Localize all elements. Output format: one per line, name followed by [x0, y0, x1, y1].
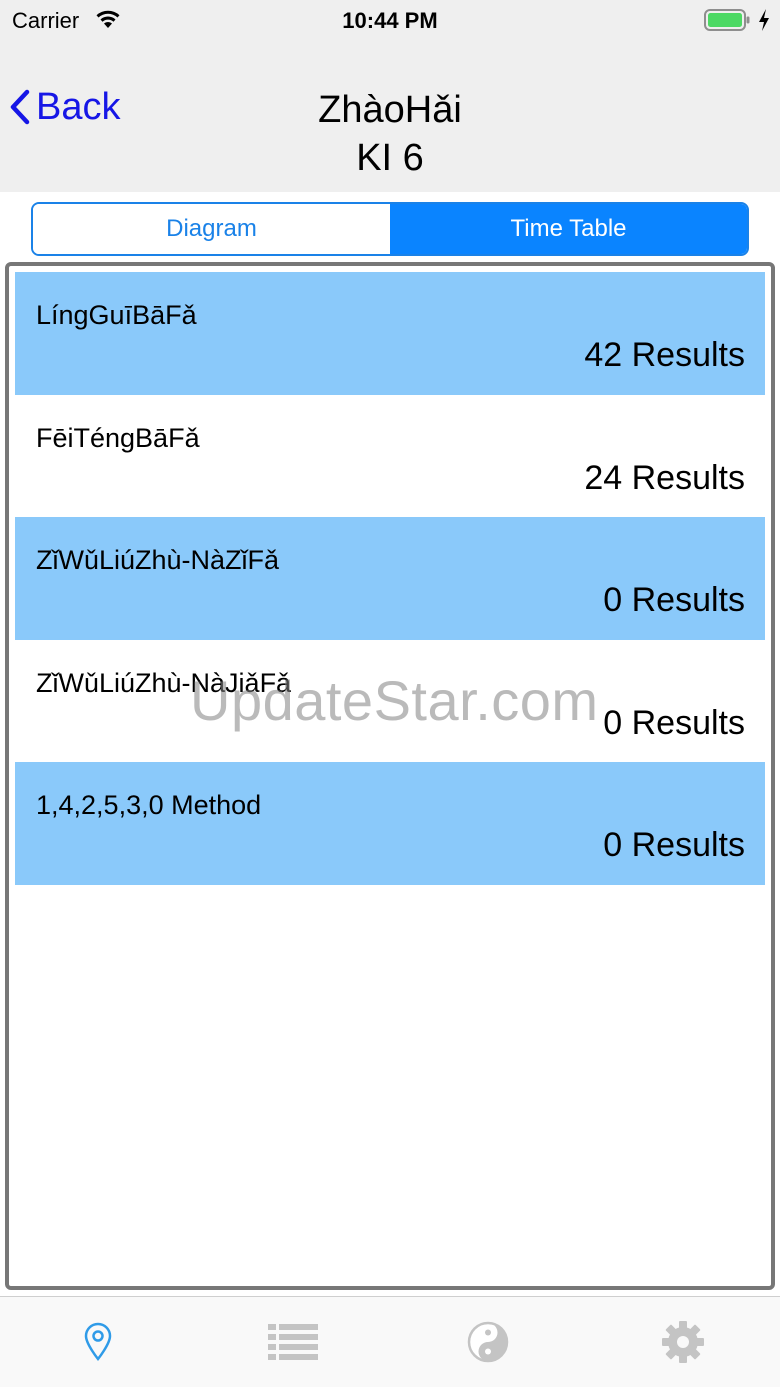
- result-row-count: 0 Results: [603, 826, 745, 864]
- navigation-bar: Back ZhàoHǎi KI 6: [0, 40, 780, 192]
- charging-bolt-icon: [759, 9, 769, 31]
- results-panel: LíngGuīBāFǎ 42 Results FēiTéngBāFǎ 24 Re…: [5, 262, 775, 1290]
- list-icon: [267, 1324, 318, 1360]
- result-row-count: 0 Results: [603, 581, 745, 619]
- tab-bar: [0, 1296, 780, 1387]
- view-segmented-control: Diagram Time Table: [31, 202, 749, 256]
- result-row-title: ZǐWǔLiúZhù-NàZǐFǎ: [36, 545, 280, 575]
- result-row-title: FēiTéngBāFǎ: [36, 422, 200, 453]
- gear-icon: [661, 1321, 704, 1363]
- yin-yang-icon: [467, 1321, 508, 1363]
- result-row-count: 42 Results: [584, 336, 745, 374]
- results-list: LíngGuīBāFǎ 42 Results FēiTéngBāFǎ 24 Re…: [15, 272, 765, 885]
- status-bar: Carrier 10:44 PM: [0, 0, 780, 40]
- result-row-title: 1,4,2,5,3,0 Method: [36, 790, 262, 820]
- tab-settings[interactable]: [585, 1297, 780, 1387]
- page-title-line2: KI 6: [356, 137, 424, 179]
- location-pin-icon: [84, 1322, 111, 1362]
- tab-location[interactable]: [0, 1297, 195, 1387]
- result-row-feiteng[interactable]: FēiTéngBāFǎ 24 Results: [15, 394, 765, 517]
- tab-list[interactable]: [195, 1297, 390, 1387]
- result-row-title: ZǐWǔLiúZhù-NàJiǎFǎ: [36, 667, 292, 698]
- battery-icon: [704, 9, 750, 31]
- result-row-count: 0 Results: [603, 703, 745, 742]
- result-row-title: LíngGuīBāFǎ: [36, 300, 197, 330]
- result-row-nazi[interactable]: ZǐWǔLiúZhù-NàZǐFǎ 0 Results: [15, 517, 765, 640]
- result-row-linggui[interactable]: LíngGuīBāFǎ 42 Results: [15, 272, 765, 395]
- segment-diagram[interactable]: Diagram: [33, 204, 390, 254]
- page-title: ZhàoHǎi KI 6: [0, 86, 780, 182]
- segment-time-table[interactable]: Time Table: [390, 204, 747, 254]
- status-time: 10:44 PM: [342, 8, 438, 33]
- result-row-najia[interactable]: ZǐWǔLiúZhù-NàJiǎFǎ 0 Results: [15, 639, 765, 762]
- result-row-count: 24 Results: [584, 458, 745, 497]
- tab-yin-yang[interactable]: [390, 1297, 585, 1387]
- page-title-line1: ZhàoHǎi: [318, 89, 462, 131]
- result-row-method[interactable]: 1,4,2,5,3,0 Method 0 Results: [15, 762, 765, 885]
